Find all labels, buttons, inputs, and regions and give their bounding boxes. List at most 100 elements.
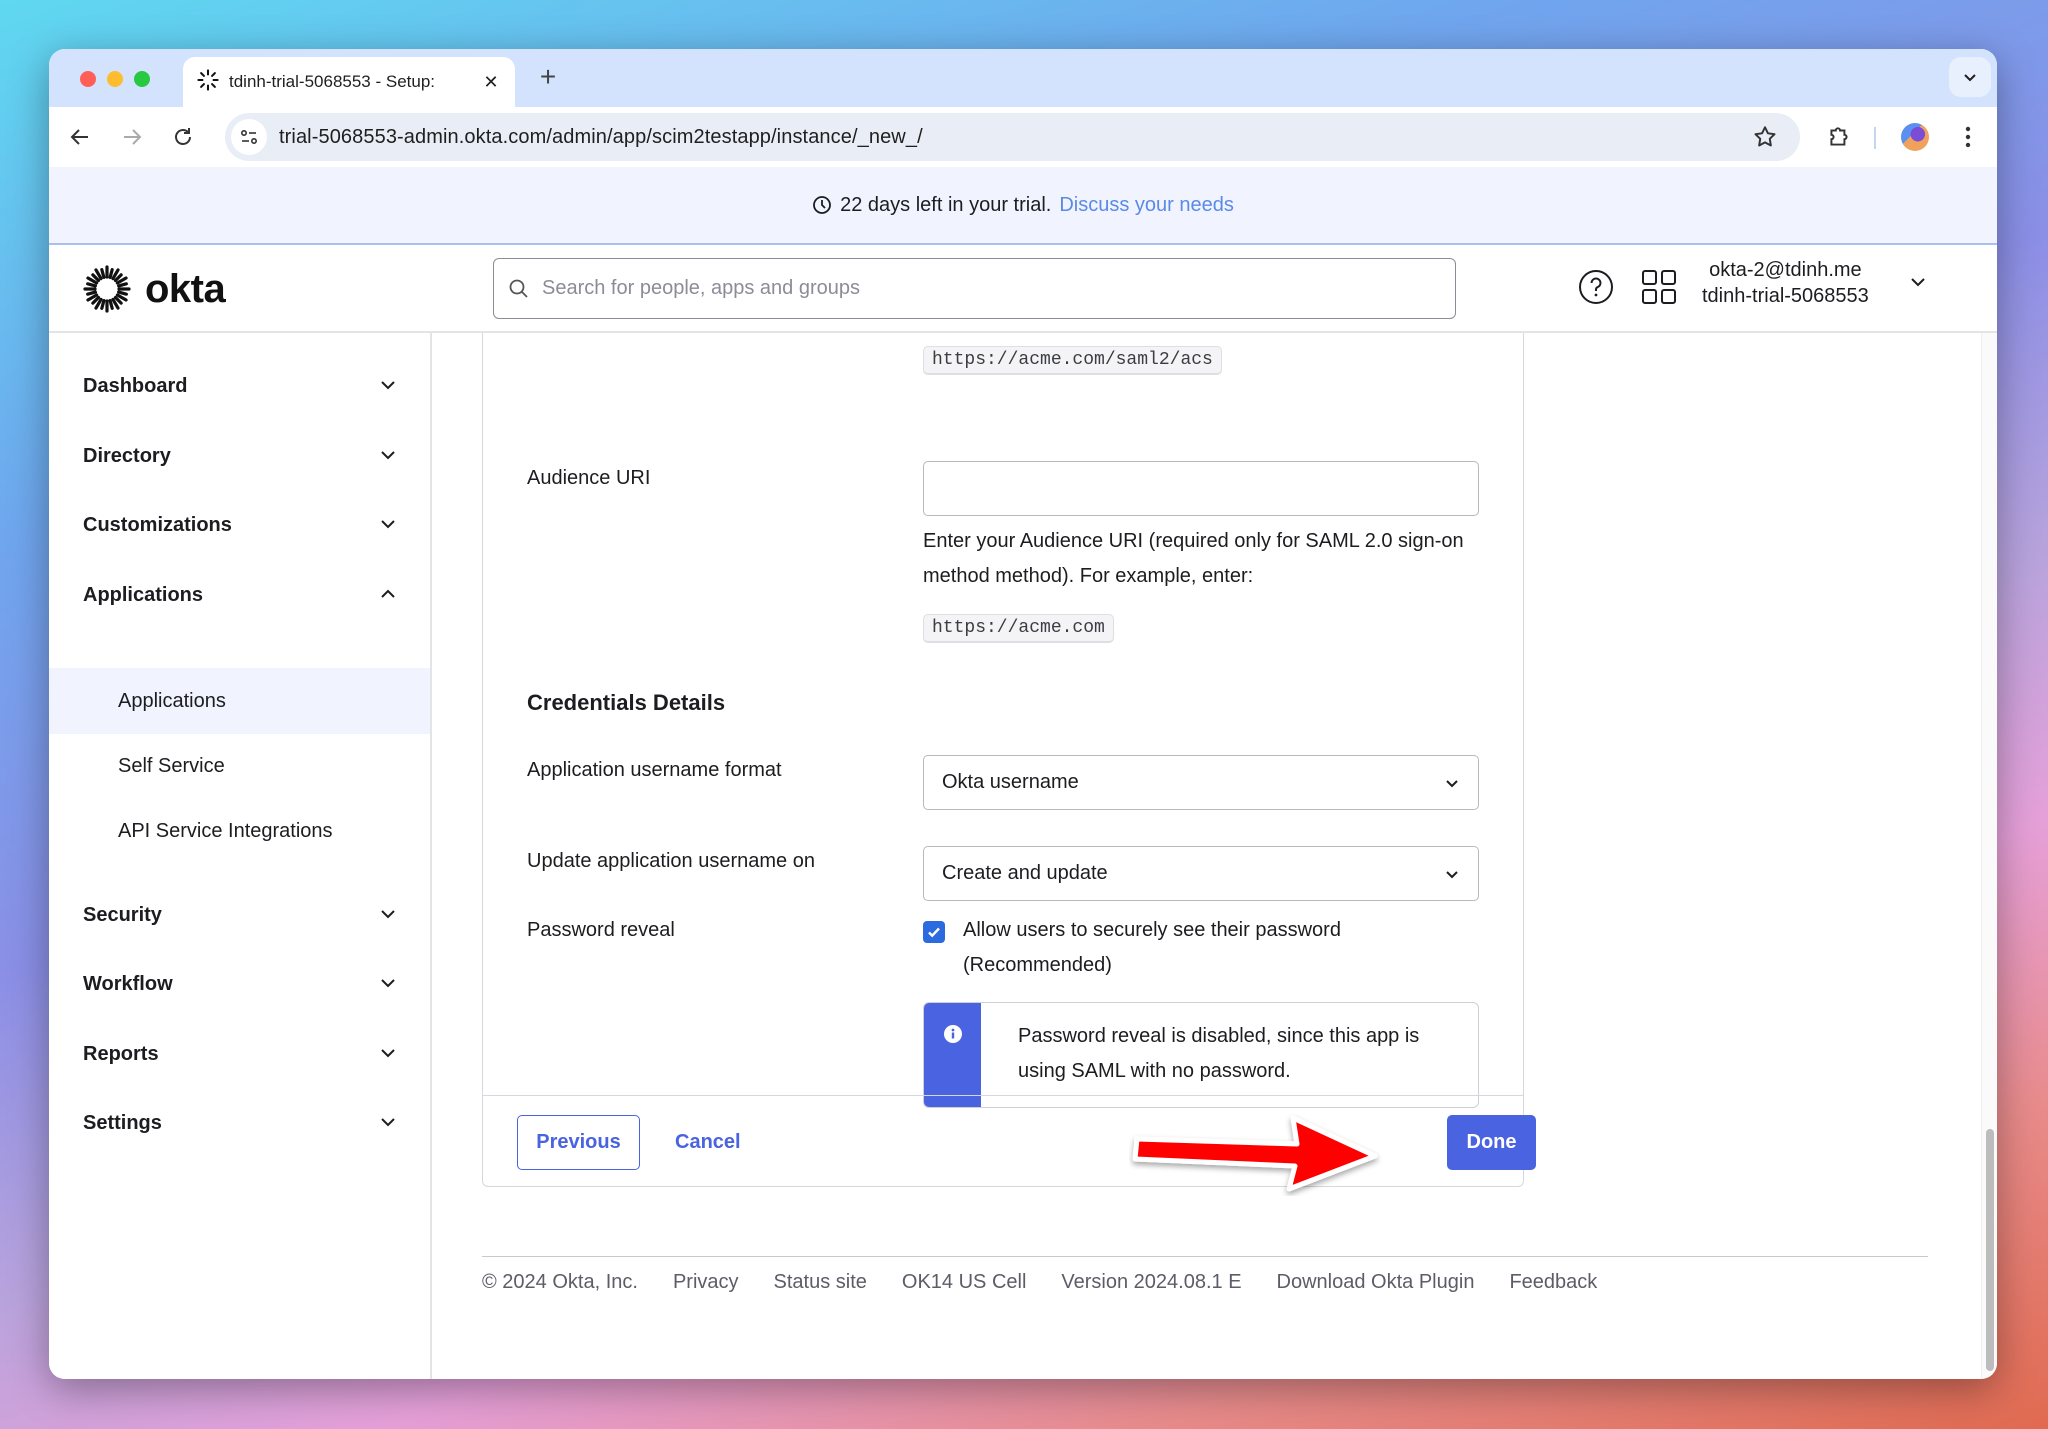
- browser-tab[interactable]: tdinh-trial-5068553 - Setup: ✕: [183, 57, 515, 107]
- page-footer: © 2024 Okta, Inc. Privacy Status site OK…: [482, 1256, 1928, 1293]
- global-search[interactable]: [493, 258, 1456, 319]
- grid-icon: [1642, 270, 1676, 304]
- trial-banner: 22 days left in your trial. Discuss your…: [49, 167, 1997, 245]
- reload-icon: [175, 128, 191, 145]
- help-circle-icon: [1579, 270, 1613, 304]
- url-text[interactable]: trial-5068553-admin.okta.com/admin/app/s…: [279, 126, 923, 149]
- tab-strip: tdinh-trial-5068553 - Setup: ✕ +: [49, 49, 1997, 107]
- reload-button[interactable]: [167, 121, 199, 153]
- logo-text: okta: [145, 266, 226, 311]
- back-button[interactable]: [64, 121, 96, 153]
- app-setup-form: https://acme.com/saml2/acs Audience URI …: [482, 333, 1536, 1187]
- close-icon[interactable]: ✕: [481, 72, 501, 93]
- tab-title: tdinh-trial-5068553 - Setup:: [229, 72, 436, 91]
- maximize-window-button[interactable]: [134, 71, 150, 87]
- info-icon: [944, 1025, 962, 1043]
- search-icon: [509, 279, 528, 298]
- sidebar-item-label: Self Service: [118, 754, 225, 777]
- chevron-down-icon: [381, 1049, 395, 1058]
- logo-ray: [100, 268, 106, 280]
- sidebar-item-label: Applications: [83, 583, 204, 606]
- footer-link-status-site[interactable]: Status site: [774, 1271, 867, 1294]
- toolbar-divider: [1874, 127, 1876, 149]
- update-username-select[interactable]: Create and update: [923, 846, 1479, 901]
- footer-link-feedback[interactable]: Feedback: [1509, 1271, 1597, 1294]
- sidebar-subitem-api-service-integrations[interactable]: API Service Integrations: [49, 798, 430, 864]
- minimize-window-button[interactable]: [107, 71, 123, 87]
- sidebar-item-directory[interactable]: Directory: [49, 432, 430, 480]
- copyright-text: © 2024 Okta, Inc.: [482, 1271, 638, 1293]
- audience-uri-input[interactable]: [923, 461, 1479, 516]
- puzzle-icon: [1830, 127, 1848, 146]
- password-reveal-info-callout: Password reveal is disabled, since this …: [923, 1002, 1479, 1108]
- update-username-label: Update application username on: [527, 850, 815, 872]
- sidebar-subitem-self-service[interactable]: Self Service: [49, 733, 430, 799]
- star-icon: [1754, 126, 1776, 147]
- tab-search-button[interactable]: [1949, 57, 1991, 97]
- footer-link-download-plugin[interactable]: Download Okta Plugin: [1277, 1271, 1475, 1294]
- chevron-down-icon: [381, 979, 395, 988]
- chevron-down-icon: [381, 910, 395, 919]
- site-info-button[interactable]: [231, 119, 267, 155]
- org-name: tdinh-trial-5068553: [1702, 285, 1869, 307]
- done-button[interactable]: Done: [1447, 1115, 1536, 1170]
- password-reveal-checkbox[interactable]: [923, 921, 945, 943]
- clock-icon: [813, 196, 832, 214]
- username-format-label: Application username format: [527, 759, 782, 781]
- audience-uri-help: Enter your Audience URI (required only f…: [923, 530, 1464, 587]
- user-menu-toggle[interactable]: [1909, 273, 1927, 296]
- sidebar-item-label: Directory: [83, 444, 171, 467]
- sidebar-item-label: Dashboard: [83, 374, 188, 397]
- cancel-button[interactable]: Cancel: [675, 1115, 741, 1170]
- sidebar-item-label: Workflow: [83, 972, 173, 995]
- chevron-down-icon: [381, 1118, 395, 1127]
- sidebar-item-label: Security: [83, 903, 162, 926]
- sidebar-subitem-applications[interactable]: Applications: [49, 668, 430, 734]
- okta-header: okta okta-2@tdinh.me tdinh-trial-5068553: [49, 245, 1997, 333]
- discuss-needs-link[interactable]: Discuss your needs: [1059, 194, 1234, 217]
- sidebar-item-label: API Service Integrations: [118, 819, 333, 842]
- footer-links: © 2024 Okta, Inc. Privacy Status site OK…: [482, 1271, 1597, 1294]
- sidebar-item-customizations[interactable]: Customizations: [49, 501, 430, 549]
- extensions-button[interactable]: [1823, 121, 1855, 153]
- sidebar-item-dashboard[interactable]: Dashboard: [49, 362, 430, 410]
- acs-url-example: https://acme.com/saml2/acs: [923, 346, 1222, 375]
- sidebar-item-label: Reports: [83, 1042, 159, 1065]
- app-switcher-button[interactable]: [1639, 267, 1679, 307]
- username-format-select[interactable]: Okta username: [923, 755, 1479, 810]
- logo-ray: [86, 282, 98, 288]
- profile-button[interactable]: [1899, 121, 1931, 153]
- logo-ray: [108, 298, 114, 310]
- sidebar: Dashboard Directory Customizations Appli…: [49, 333, 432, 1379]
- footer-link-privacy[interactable]: Privacy: [673, 1271, 739, 1294]
- previous-button[interactable]: Previous: [517, 1115, 640, 1170]
- browser-menu-button[interactable]: [1952, 121, 1984, 153]
- callout-text: Password reveal is disabled, since this …: [1018, 1025, 1420, 1082]
- plus-icon[interactable]: +: [533, 61, 563, 93]
- close-window-button[interactable]: [80, 71, 96, 87]
- address-bar[interactable]: trial-5068553-admin.okta.com/admin/app/s…: [225, 113, 1800, 161]
- annotation-arrow-icon: [1132, 1115, 1378, 1192]
- user-email: okta-2@tdinh.me: [1709, 259, 1862, 281]
- password-reveal-checkbox-label[interactable]: Allow users to securely see their passwo…: [963, 913, 1463, 983]
- scrollbar-thumb[interactable]: [1986, 1129, 1994, 1371]
- trial-message: 22 days left in your trial.: [840, 193, 1052, 216]
- sidebar-item-reports[interactable]: Reports: [49, 1030, 430, 1078]
- okta-logo[interactable]: okta: [83, 265, 226, 313]
- sidebar-item-applications[interactable]: Applications: [49, 571, 430, 619]
- help-button[interactable]: [1576, 267, 1616, 307]
- forward-button[interactable]: [116, 121, 148, 153]
- chevron-up-icon: [381, 589, 395, 598]
- sidebar-item-security[interactable]: Security: [49, 891, 430, 939]
- user-menu[interactable]: okta-2@tdinh.me tdinh-trial-5068553: [1702, 257, 1869, 309]
- search-input[interactable]: [542, 277, 1455, 300]
- sidebar-item-workflow[interactable]: Workflow: [49, 960, 430, 1008]
- audience-uri-label: Audience URI: [527, 467, 651, 489]
- bookmark-button[interactable]: [1752, 124, 1778, 155]
- browser-toolbar: trial-5068553-admin.okta.com/admin/app/s…: [49, 107, 1997, 167]
- arrow-right-icon: [124, 129, 142, 145]
- page-scrollbar[interactable]: [1981, 333, 1997, 1379]
- logo-ray: [100, 298, 106, 310]
- sidebar-item-settings[interactable]: Settings: [49, 1099, 430, 1147]
- footer-version: Version 2024.08.1 E: [1061, 1271, 1242, 1293]
